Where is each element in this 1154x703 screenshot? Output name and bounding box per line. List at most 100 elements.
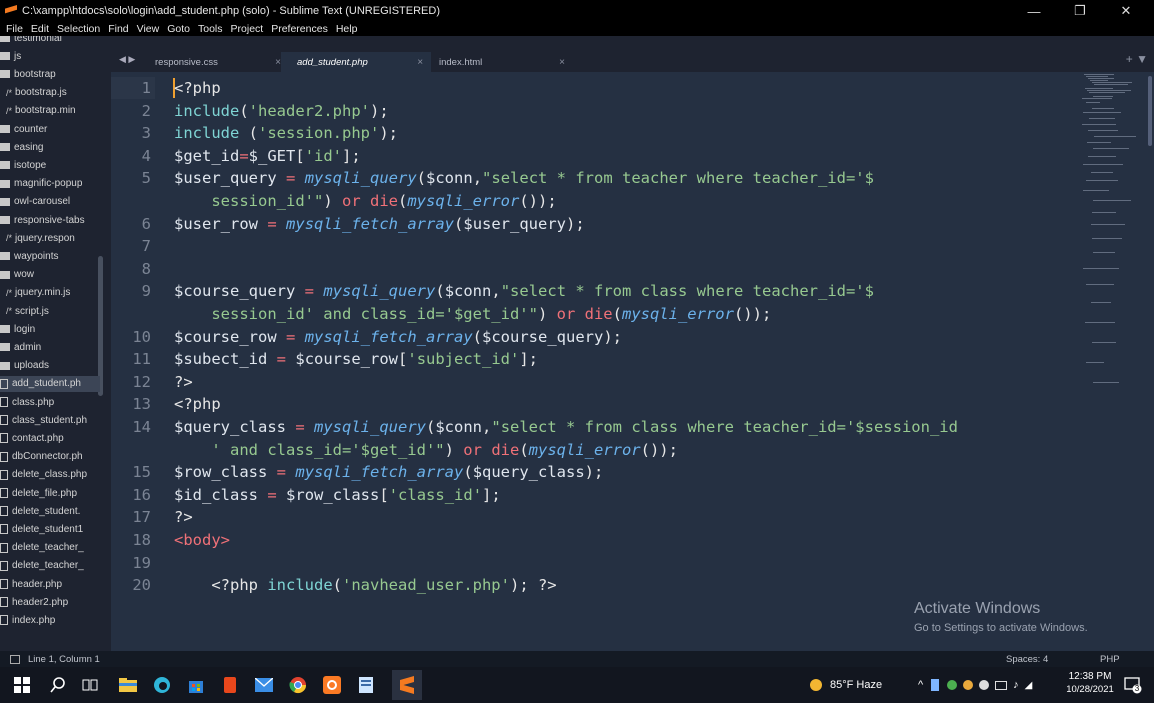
system-tray-icons[interactable]: ^ ♪ ◢ bbox=[918, 667, 1038, 703]
code-line[interactable]: <body> bbox=[174, 529, 230, 551]
indentation-setting[interactable]: Spaces: 4 bbox=[1006, 654, 1048, 665]
sidebar-item[interactable]: /* jquery.respon bbox=[0, 230, 100, 246]
menu-edit[interactable]: Edit bbox=[31, 23, 49, 35]
sidebar-item[interactable]: class_student.ph bbox=[0, 412, 100, 428]
menu-goto[interactable]: Goto bbox=[167, 23, 190, 35]
new-tab-button[interactable]: + ▼ bbox=[1126, 52, 1148, 66]
code-line[interactable]: <?php bbox=[174, 77, 221, 99]
close-button[interactable]: ✕ bbox=[1106, 0, 1146, 22]
sidebar-item[interactable]: dbConnector.ph bbox=[0, 449, 100, 465]
sidebar-item[interactable]: delete_class.php bbox=[0, 467, 100, 483]
code-line[interactable]: include ('session.php'); bbox=[174, 122, 398, 144]
sidebar-item[interactable]: wow bbox=[0, 267, 100, 283]
code-line[interactable]: <?php bbox=[174, 393, 221, 415]
sidebar-item[interactable]: admin bbox=[0, 339, 100, 355]
sublime-text-taskbar-icon[interactable] bbox=[392, 670, 422, 700]
menu-file[interactable]: File bbox=[6, 23, 23, 35]
code-line[interactable]: <?php include('navhead_user.php'); ?> bbox=[174, 574, 556, 596]
mail-icon[interactable] bbox=[254, 675, 274, 695]
code-line[interactable]: include('header2.php'); bbox=[174, 100, 389, 122]
sidebar-item[interactable]: /* bootstrap.js bbox=[0, 85, 100, 101]
sidebar-item[interactable]: counter bbox=[0, 121, 100, 137]
sidebar-item[interactable]: js bbox=[0, 48, 100, 64]
tab-add-student-php[interactable]: add_student.php × bbox=[281, 52, 431, 72]
sidebar-item[interactable]: isotope bbox=[0, 157, 100, 173]
network-icon[interactable] bbox=[931, 679, 940, 691]
sidebar-item[interactable]: contact.php bbox=[0, 430, 100, 446]
tab-responsive-css[interactable]: responsive.css × bbox=[139, 52, 289, 72]
code-line[interactable]: $course_query = mysqli_query($conn,"sele… bbox=[174, 280, 874, 302]
sidebar-item[interactable]: easing bbox=[0, 139, 100, 155]
sidebar-item[interactable]: delete_file.php bbox=[0, 485, 100, 501]
chevron-up-icon[interactable]: ^ bbox=[918, 679, 923, 691]
code-line[interactable]: ?> bbox=[174, 371, 193, 393]
code-line[interactable]: session_id'") or die(mysqli_error()); bbox=[174, 190, 556, 212]
code-line[interactable]: $query_class = mysqli_query($conn,"selec… bbox=[174, 416, 958, 438]
minimap[interactable] bbox=[1078, 72, 1154, 651]
search-icon[interactable] bbox=[48, 675, 68, 695]
code-line[interactable]: ' and class_id='$get_id'") or die(mysqli… bbox=[174, 439, 678, 461]
sidebar-item[interactable]: index.php bbox=[0, 612, 100, 628]
panel-toggle-icon[interactable] bbox=[10, 654, 20, 664]
tab-nav-arrows[interactable]: ◀ ▶ bbox=[119, 54, 135, 65]
sidebar-item[interactable]: /* script.js bbox=[0, 303, 100, 319]
menu-view[interactable]: View bbox=[137, 23, 160, 35]
sidebar-item[interactable]: delete_teacher_ bbox=[0, 558, 100, 574]
tab-index-html[interactable]: index.html × bbox=[423, 52, 573, 72]
menu-project[interactable]: Project bbox=[231, 23, 264, 35]
sidebar-item[interactable]: add_student.ph bbox=[0, 375, 100, 392]
sidebar-item[interactable]: owl-carousel bbox=[0, 194, 100, 210]
code-line[interactable]: $id_class = $row_class['class_id']; bbox=[174, 484, 501, 506]
menu-tools[interactable]: Tools bbox=[198, 23, 223, 35]
app-tray-icon[interactable] bbox=[947, 680, 958, 690]
notification-center-icon[interactable]: 3 bbox=[1124, 676, 1142, 694]
menu-selection[interactable]: Selection bbox=[57, 23, 100, 35]
xampp-icon[interactable] bbox=[322, 675, 342, 695]
sidebar-item[interactable]: waypoints bbox=[0, 248, 100, 264]
sidebar-item[interactable]: responsive-tabs bbox=[0, 212, 100, 228]
editor-scrollbar[interactable] bbox=[1148, 76, 1152, 146]
sidebar-item[interactable]: magnific-popup bbox=[0, 176, 100, 192]
tab-close-icon[interactable]: × bbox=[559, 57, 565, 68]
weather-widget[interactable]: 85°F Haze bbox=[808, 667, 882, 703]
code-line[interactable]: ?> bbox=[174, 506, 193, 528]
code-line[interactable]: $user_query = mysqli_query($conn,"select… bbox=[174, 167, 874, 189]
sidebar-item[interactable]: login bbox=[0, 321, 100, 337]
code-line[interactable]: $user_row = mysqli_fetch_array($user_que… bbox=[174, 213, 585, 235]
volume-icon[interactable]: ♪ bbox=[1013, 679, 1019, 691]
code-editor[interactable]: Activate Windows Go to Settings to activ… bbox=[111, 72, 1154, 651]
maximize-button[interactable]: ❐ bbox=[1060, 0, 1100, 22]
code-line[interactable]: $subect_id = $course_row['subject_id']; bbox=[174, 348, 538, 370]
syntax-setting[interactable]: PHP bbox=[1100, 654, 1120, 665]
chrome-icon[interactable] bbox=[288, 675, 308, 695]
sidebar-item[interactable]: class.php bbox=[0, 394, 100, 410]
sidebar-item[interactable]: uploads bbox=[0, 358, 100, 374]
file-explorer-icon[interactable] bbox=[118, 675, 138, 695]
code-line[interactable]: $get_id=$_GET['id']; bbox=[174, 145, 361, 167]
menu-find[interactable]: Find bbox=[108, 23, 128, 35]
code-line[interactable]: $course_row = mysqli_fetch_array($course… bbox=[174, 326, 622, 348]
app-tray-icon[interactable] bbox=[963, 680, 974, 690]
sidebar-item[interactable]: /* jquery.min.js bbox=[0, 285, 100, 301]
task-view-icon[interactable] bbox=[80, 675, 100, 695]
battery-icon[interactable] bbox=[995, 680, 1008, 690]
edge-browser-icon[interactable] bbox=[152, 675, 172, 695]
sidebar-item[interactable]: testimonial bbox=[0, 36, 100, 46]
app-tray-icon[interactable] bbox=[979, 680, 990, 690]
office-icon[interactable] bbox=[220, 675, 240, 695]
code-line[interactable]: $row_class = mysqli_fetch_array($query_c… bbox=[174, 461, 603, 483]
store-icon[interactable] bbox=[186, 675, 206, 695]
sidebar-item[interactable]: /* bootstrap.min bbox=[0, 103, 100, 119]
sidebar-item[interactable]: bootstrap bbox=[0, 66, 100, 82]
notepad-icon[interactable] bbox=[356, 675, 376, 695]
sidebar-item[interactable]: delete_student. bbox=[0, 503, 100, 519]
wifi-icon[interactable]: ◢ bbox=[1025, 680, 1033, 691]
windows-start-icon[interactable] bbox=[12, 675, 32, 695]
code-line[interactable]: session_id' and class_id='$get_id'") or … bbox=[174, 303, 771, 325]
menu-preferences[interactable]: Preferences bbox=[271, 23, 328, 35]
menu-help[interactable]: Help bbox=[336, 23, 358, 35]
clock[interactable]: 12:38 PM 10/28/2021 bbox=[1066, 671, 1114, 695]
sidebar-item[interactable]: header.php bbox=[0, 576, 100, 592]
sidebar-item[interactable]: header2.php bbox=[0, 594, 100, 610]
sidebar-item[interactable]: delete_teacher_ bbox=[0, 540, 100, 556]
